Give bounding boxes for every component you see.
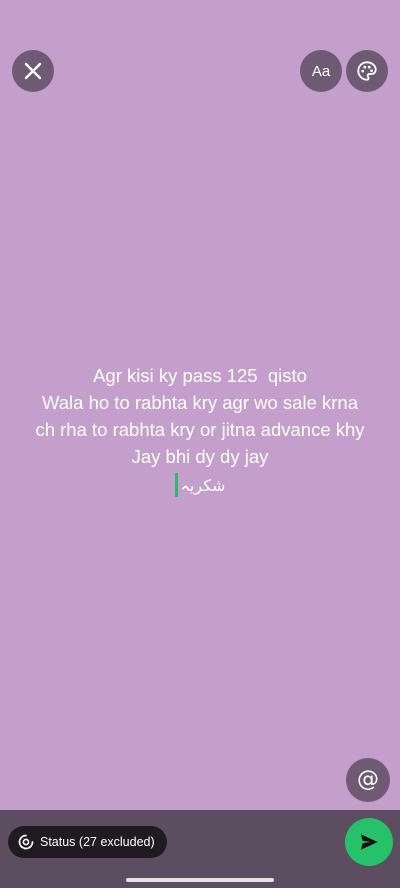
close-icon (24, 62, 42, 80)
close-button[interactable] (12, 50, 54, 92)
font-style-label: Aa (311, 62, 331, 80)
status-canvas[interactable]: Aa Agr kisi ky pass 125 qisto Wala ho to… (0, 0, 400, 810)
background-color-button[interactable] (346, 50, 388, 92)
status-text-line: Jay bhi dy dy jay (131, 446, 269, 467)
status-text-urdu: شکریہ (180, 475, 226, 495)
font-style-button[interactable]: Aa (300, 50, 342, 92)
mention-button[interactable]: @ (346, 758, 390, 802)
palette-icon (357, 61, 377, 81)
bottom-bar: Status (27 excluded) (0, 810, 400, 888)
status-ring-icon (18, 834, 34, 850)
status-audience-button[interactable]: Status (27 excluded) (8, 826, 167, 858)
send-button[interactable] (345, 818, 393, 866)
status-audience-label: Status (27 excluded) (40, 835, 155, 849)
text-cursor (174, 473, 178, 497)
at-icon: @ (357, 767, 379, 792)
status-text-input[interactable]: Agr kisi ky pass 125 qisto Wala ho to ra… (0, 362, 400, 500)
status-text-line: Agr kisi ky pass 125 qisto (93, 365, 307, 386)
status-text-line-urdu: شکریہ (0, 470, 400, 500)
status-text-line: ch rha to rabhta kry or jitna advance kh… (35, 419, 365, 440)
status-text-line: Wala ho to rabhta kry agr wo sale krna (41, 392, 359, 413)
home-indicator[interactable] (126, 878, 274, 882)
send-icon (360, 834, 378, 850)
